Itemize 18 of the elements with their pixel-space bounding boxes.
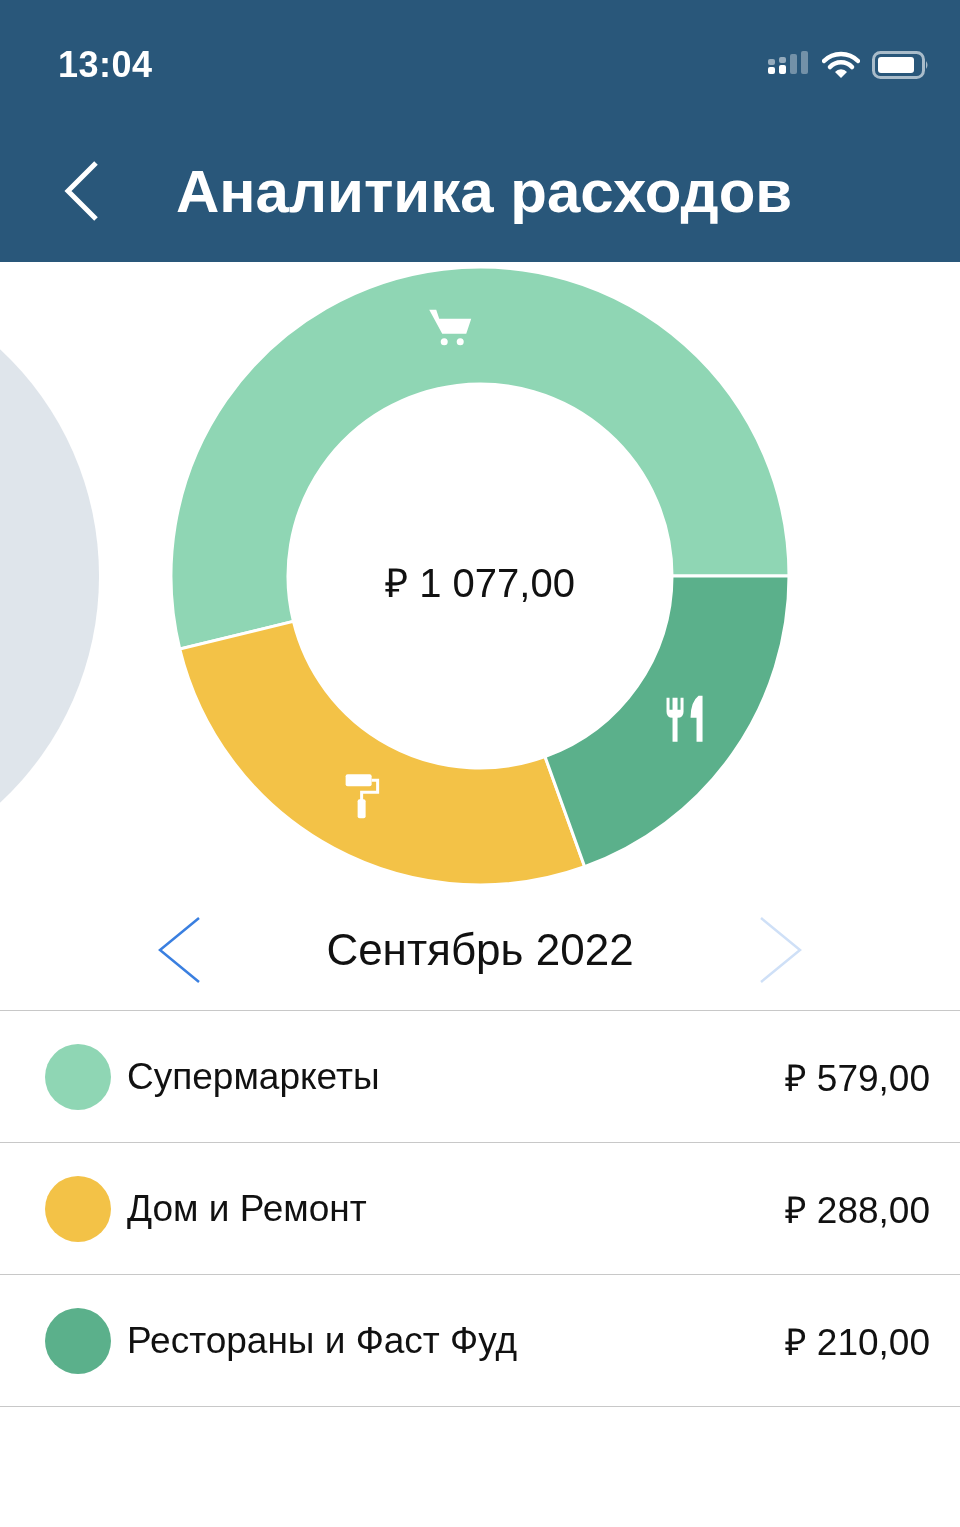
category-row[interactable]: Дом и Ремонт ₽ 288,00 [0, 1143, 960, 1275]
cart-icon [429, 309, 472, 346]
category-amount: ₽ 579,00 [784, 1057, 930, 1101]
screen-title: Аналитика расходов [176, 156, 793, 226]
category-row[interactable]: Супермаркеты ₽ 579,00 [0, 1011, 960, 1143]
category-amount: ₽ 288,00 [784, 1189, 930, 1233]
wifi-icon [822, 51, 860, 79]
cutlery-icon [666, 695, 703, 742]
status-time: 13:04 [58, 44, 153, 86]
category-amount: ₽ 210,00 [784, 1321, 930, 1365]
category-name: Дом и Ремонт [127, 1187, 368, 1230]
battery-icon [872, 51, 930, 79]
paint-roller-icon [345, 774, 380, 819]
total-amount: ₽ 1 077,00 [385, 561, 575, 605]
category-row[interactable]: Рестораны и Фаст Фуд ₽ 210,00 [0, 1275, 960, 1407]
category-name: Рестораны и Фаст Фуд [127, 1319, 519, 1362]
month-label: Сентябрь 2022 [326, 925, 634, 975]
category-name: Супермаркеты [127, 1055, 381, 1098]
